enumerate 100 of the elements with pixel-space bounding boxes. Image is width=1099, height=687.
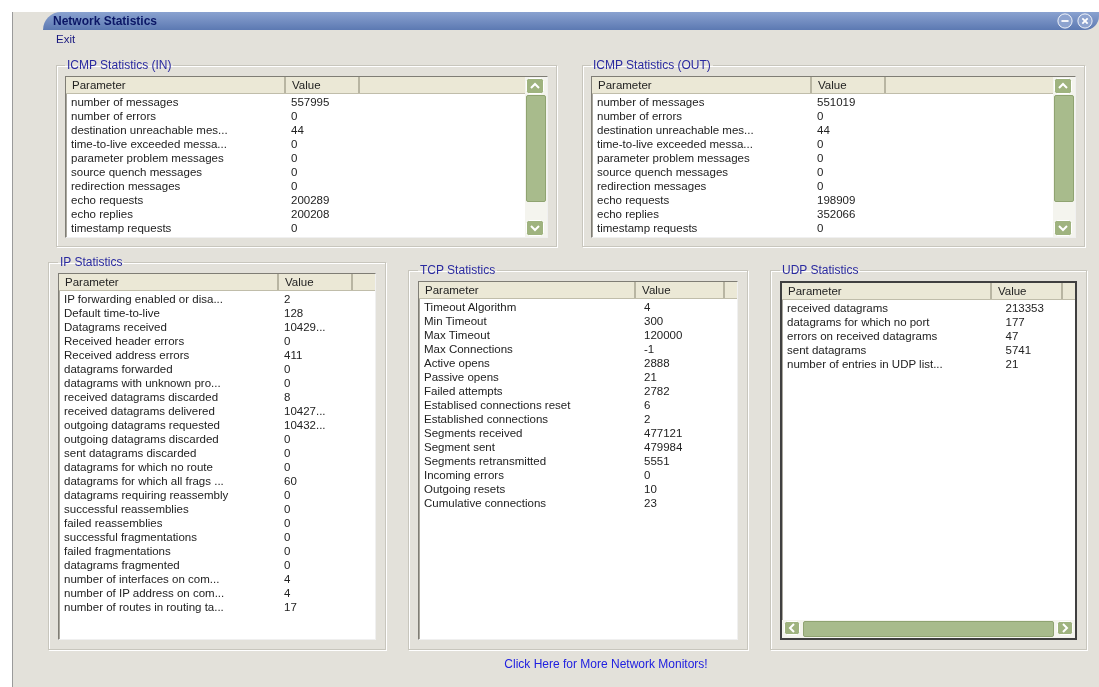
scroll-down-icon[interactable] [526,220,544,236]
value-cell-text: 300 [644,314,665,328]
parameter-cell-text: Received address errors [64,348,191,362]
parameter-cell-text: Min Timeout [424,314,488,328]
value-cell-text: 551019 [817,95,857,109]
value-cell-text: 198909 [817,193,857,207]
vertical-scrollbar[interactable] [1053,77,1075,237]
group-title: UDP Statistics [781,263,860,277]
column-header[interactable]: Value [279,274,353,290]
parameter-cell-text: Establised connections reset [424,398,572,412]
parameter-cell-text: outgoing datagrams requested [64,418,221,432]
value-cell-text: 5741 [1005,343,1033,357]
parameter-cell-text: outgoing datagrams discarded [64,432,220,446]
value-cell-text: 60 [284,474,298,488]
parameter-cell-text: Segment sent [424,440,496,454]
parameter-cell-text: datagrams fragmented [64,558,181,572]
parameter-cell-text: number of messages [71,95,180,109]
parameter-cell-text: destination unreachable mes... [71,123,229,137]
scroll-left-icon[interactable] [783,621,801,635]
value-cell-text: -1 [644,342,656,356]
parameter-cell-text: Max Connections [424,342,514,356]
group-title: TCP Statistics [419,263,497,277]
parameter-cell-text: Default time-to-live [64,306,161,320]
column-header[interactable]: Value [286,77,360,93]
column-header[interactable]: Value [636,282,725,298]
value-cell-text: 2 [644,412,652,426]
parameter-cell-text: Established connections [424,412,550,426]
scroll-down-icon[interactable] [1054,220,1072,236]
value-cell-text: 0 [291,109,299,123]
parameter-cell-text: successful reassemblies [64,502,190,516]
value-cell-text: 0 [284,516,292,530]
value-cell-text: 120000 [644,328,684,342]
value-cell-text: 0 [817,165,825,179]
value-cell-text: 8 [284,390,292,404]
value-cell-text: 0 [817,109,825,123]
value-cell-text: 0 [284,432,292,446]
value-cell-text: 21 [1005,357,1020,371]
scroll-up-icon[interactable] [1054,78,1072,94]
column-header[interactable]: Value [991,283,1063,299]
value-cell-text: 177 [1005,315,1026,329]
parameter-cell-text: timestamp requests [71,221,173,235]
column-header[interactable]: Parameter [59,274,279,290]
parameter-cell-text: number of entries in UDP list... [787,357,944,371]
value-cell-text: 10429... [284,320,327,334]
parameter-cell-text: parameter problem messages [71,151,225,165]
value-cell-text: 200289 [291,193,331,207]
value-cell-text: 0 [817,151,825,165]
parameter-cell-text: echo requests [71,193,145,207]
value-cell-text: 4 [644,300,652,314]
column-header[interactable]: Parameter [419,282,637,298]
parameter-cell-text: echo replies [597,207,660,221]
value-cell-text: 2888 [644,356,671,370]
value-cell-text: 2782 [644,384,671,398]
value-cell-text: 0 [644,468,652,482]
parameter-cell-text: Max Timeout [424,328,491,342]
scroll-up-icon[interactable] [526,78,544,94]
parameter-cell-text: source quench messages [597,165,730,179]
parameter-cell-text: number of messages [597,95,706,109]
value-cell-text: 6 [644,398,652,412]
value-cell-text: 2 [284,292,292,306]
horizontal-scrollbar[interactable] [782,620,1075,638]
parameter-cell-text: destination unreachable mes... [597,123,755,137]
close-icon[interactable] [1077,13,1093,29]
vertical-scrollbar[interactable] [525,77,547,237]
parameter-cell-text: number of interfaces on com... [64,572,221,586]
parameter-cell-text: number of errors [71,109,157,123]
more-monitors-link[interactable]: Click Here for More Network Monitors! [504,657,708,671]
parameter-cell-text: received datagrams discarded [64,390,220,404]
value-cell-text: 0 [291,221,299,235]
scroll-right-icon[interactable] [1056,621,1074,635]
value-cell-text: 128 [284,306,305,320]
group-title: ICMP Statistics (IN) [66,58,173,72]
parameter-cell-text: Segments retransmitted [424,454,548,468]
column-header[interactable]: Parameter [66,77,286,93]
value-cell-text: 21 [644,370,658,384]
parameter-cell-text: timestamp requests [597,221,699,235]
minimize-icon[interactable] [1057,13,1073,29]
parameter-cell-text: datagrams for which all frags ... [64,474,225,488]
parameter-cell-text: Passive opens [424,370,500,384]
value-cell-text: 0 [284,558,292,572]
parameter-cell-text: Failed attempts [424,384,504,398]
parameter-cell-text: echo requests [597,193,671,207]
parameter-cell-text: Segments received [424,426,524,440]
value-cell-text: 0 [284,334,292,348]
value-cell-text: 4 [284,586,292,600]
column-header[interactable]: Parameter [782,283,992,299]
parameter-cell-text: IP forwarding enabled or disa... [64,292,224,306]
value-cell-text: 23 [644,496,658,510]
column-header[interactable]: Value [812,77,886,93]
column-header[interactable]: Parameter [592,77,812,93]
parameter-cell-text: Active opens [424,356,491,370]
menu-item[interactable]: Exit [56,33,76,45]
parameter-cell-text: successful fragmentations [64,530,198,544]
group-title: ICMP Statistics (OUT) [592,58,712,72]
parameter-cell-text: sent datagrams [787,343,868,357]
value-cell-text: 44 [291,123,305,137]
value-cell-text: 4 [284,572,292,586]
parameter-cell-text: sent datagrams discarded [64,446,198,460]
value-cell-text: 0 [284,530,292,544]
parameter-cell-text: datagrams requiring reassembly [64,488,230,502]
